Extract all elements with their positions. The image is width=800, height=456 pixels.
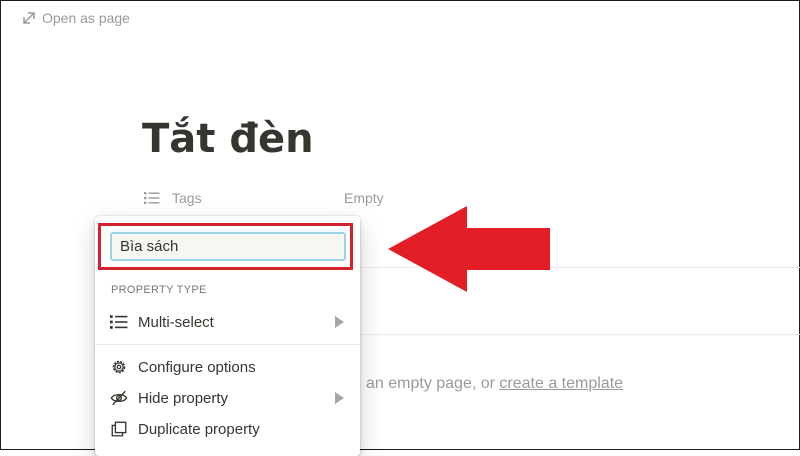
menu-item-label: Duplicate property bbox=[138, 420, 260, 438]
divider bbox=[360, 334, 800, 335]
menu-separator bbox=[95, 344, 360, 345]
empty-page-hint: an empty page, or create a template bbox=[366, 375, 623, 393]
expand-icon bbox=[23, 12, 35, 24]
menu-item-label: Multi-select bbox=[138, 313, 214, 331]
chevron-right-icon bbox=[335, 316, 344, 328]
chevron-right-icon bbox=[335, 392, 344, 404]
page-title[interactable]: Tắt đèn bbox=[142, 116, 314, 162]
eye-slash-icon bbox=[110, 389, 128, 407]
list-icon bbox=[144, 192, 160, 204]
open-as-page-button[interactable]: Open as page bbox=[22, 10, 130, 26]
property-name-input[interactable] bbox=[110, 232, 346, 261]
property-name: Tags bbox=[172, 190, 202, 206]
property-type-multi-select[interactable]: Multi-select bbox=[110, 310, 350, 334]
property-value[interactable]: Empty bbox=[344, 190, 384, 206]
menu-item-label: Hide property bbox=[138, 389, 229, 407]
empty-page-hint-text: an empty page, or bbox=[366, 375, 500, 392]
duplicate-property-item[interactable]: Duplicate property bbox=[110, 417, 350, 441]
annotation-arrow-icon bbox=[388, 206, 550, 292]
list-icon bbox=[110, 313, 128, 331]
create-template-link[interactable]: create a template bbox=[499, 375, 623, 392]
open-as-page-label: Open as page bbox=[42, 10, 130, 26]
hide-property-item[interactable]: Hide property bbox=[110, 386, 350, 410]
gear-icon bbox=[110, 358, 128, 376]
configure-options-item[interactable]: Configure options bbox=[110, 355, 350, 379]
menu-item-label: Configure options bbox=[138, 358, 256, 376]
property-type-label: PROPERTY TYPE bbox=[111, 284, 207, 296]
duplicate-icon bbox=[110, 420, 128, 438]
